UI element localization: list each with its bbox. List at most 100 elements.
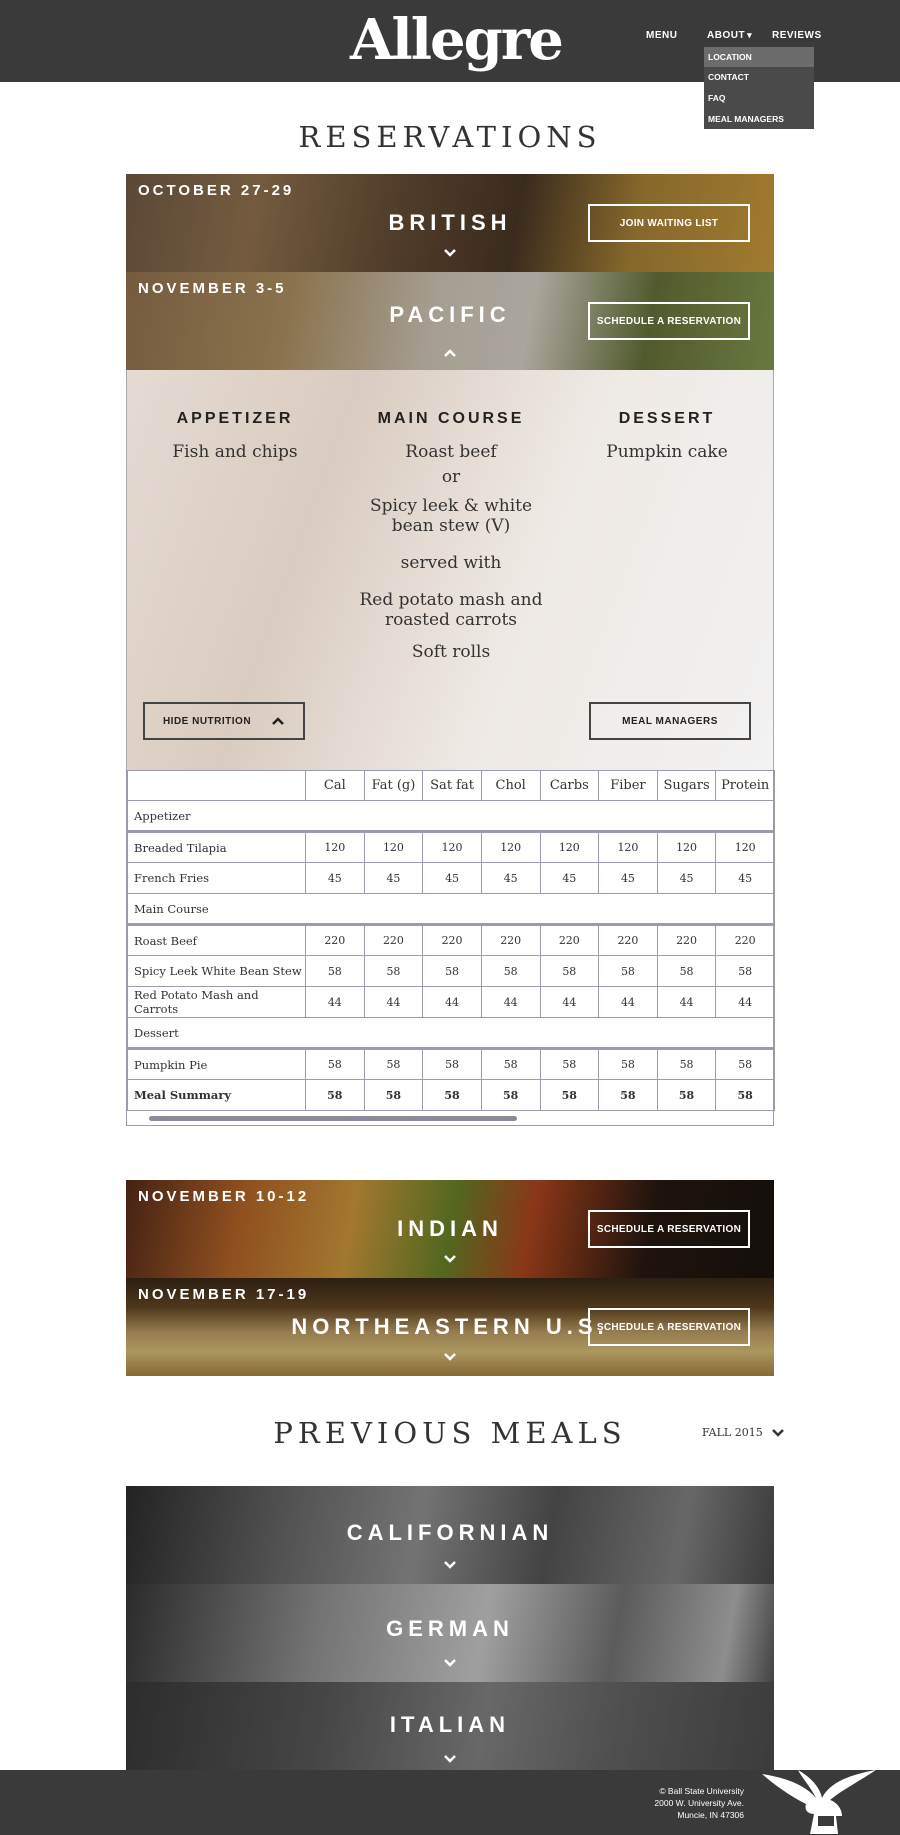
chevron-up-icon[interactable] [442, 346, 458, 360]
chevron-down-icon[interactable] [442, 1350, 458, 1364]
nutrition-grid: Cal Fat (g) Sat fat Chol Carbs Fiber Sug… [127, 770, 775, 1111]
appetizer-heading: APPETIZER [176, 410, 294, 427]
cell: 120 [363, 831, 424, 863]
footer-address: © Ball State University 2000 W. Universi… [654, 1785, 744, 1821]
main-item-stew: Spicy leek & white bean stew (V) [369, 496, 533, 536]
banner-british[interactable]: OCTOBER 27-29 BRITISH JOIN WAITING LIST [126, 174, 774, 272]
appetizer-item: Fish and chips [172, 442, 298, 462]
chevron-down-icon[interactable] [442, 1656, 458, 1670]
item-name: Meal Summary [127, 1079, 306, 1111]
cell: 220 [715, 924, 775, 956]
chevron-down-icon[interactable] [442, 1558, 458, 1572]
cell: 44 [715, 986, 775, 1018]
header-sat-fat: Sat fat [422, 770, 482, 801]
banner-northeastern[interactable]: NOVEMBER 17-19 NORTHEASTERN U.S. SCHEDUL… [126, 1278, 774, 1376]
cell: 120 [656, 831, 717, 863]
header-fat: Fat (g) [363, 770, 424, 801]
university-logo[interactable] [758, 1768, 882, 1835]
cell: 58 [656, 1079, 717, 1111]
cell: 58 [480, 955, 541, 987]
dropdown-item-contact[interactable]: CONTACT [704, 67, 814, 87]
group-row: Dessert [127, 1017, 775, 1050]
banner-californian[interactable]: CALIFORNIAN [126, 1486, 774, 1584]
cell: 220 [656, 924, 717, 956]
cell: 58 [422, 1048, 482, 1080]
banner-indian[interactable]: NOVEMBER 10-12 INDIAN SCHEDULE A RESERVA… [126, 1180, 774, 1278]
cell: 58 [539, 1048, 600, 1080]
nav-reviews-link[interactable]: REVIEWS [772, 30, 822, 41]
main-item-mash: Red potato mash and roasted carrots [359, 590, 543, 630]
table-row: Roast Beef 220 220 220 220 220 220 220 2… [127, 924, 775, 956]
season-select[interactable]: FALL 2015 [702, 1426, 785, 1439]
cell: 120 [480, 831, 541, 863]
banner-date: NOVEMBER 17-19 [138, 1286, 310, 1303]
cell: 58 [539, 1079, 600, 1111]
group-label: Dessert [127, 1017, 775, 1050]
banner-german[interactable]: GERMAN [126, 1584, 774, 1682]
nav-about-link[interactable]: ABOUT ▾ [707, 30, 752, 41]
horizontal-scrollbar[interactable] [149, 1116, 517, 1121]
schedule-reservation-button[interactable]: SCHEDULE A RESERVATION [588, 1210, 750, 1248]
dropdown-item-faq[interactable]: FAQ [704, 88, 814, 108]
main-item-served-with: served with [400, 553, 502, 573]
cell: 44 [363, 986, 424, 1018]
schedule-reservation-button[interactable]: SCHEDULE A RESERVATION [588, 302, 750, 340]
cell: 220 [363, 924, 424, 956]
cell: 45 [598, 862, 658, 894]
cell: 44 [598, 986, 658, 1018]
cell: 58 [363, 1079, 424, 1111]
summary-row: Meal Summary 58 58 58 58 58 58 58 58 [127, 1079, 775, 1111]
cell: 44 [305, 986, 365, 1018]
group-label: Main Course [127, 893, 775, 926]
main-course-heading: MAIN COURSE [377, 410, 525, 427]
group-row: Appetizer [127, 800, 775, 833]
site-logo[interactable]: Allegre [350, 4, 564, 76]
footer-line: © Ball State University [659, 1786, 744, 1796]
header-cal: Cal [305, 770, 365, 801]
schedule-reservation-button[interactable]: SCHEDULE A RESERVATION [588, 1308, 750, 1346]
nav-about-label: ABOUT [707, 30, 746, 41]
join-waiting-list-button[interactable]: JOIN WAITING LIST [588, 204, 750, 242]
cell: 44 [656, 986, 717, 1018]
cell: 120 [715, 831, 775, 863]
item-name: Roast Beef [127, 924, 306, 956]
cell: 58 [480, 1048, 541, 1080]
hide-nutrition-button[interactable]: HIDE NUTRITION [143, 702, 305, 740]
chevron-down-icon[interactable] [442, 1252, 458, 1266]
chevron-down-icon[interactable] [442, 1752, 458, 1766]
banner-pacific[interactable]: NOVEMBER 3-5 PACIFIC SCHEDULE A RESERVAT… [126, 272, 774, 370]
site-footer: © Ball State University 2000 W. Universi… [0, 1770, 900, 1835]
cell: 58 [656, 1048, 717, 1080]
banner-title: CALIFORNIAN [346, 1520, 554, 1545]
cell: 45 [539, 862, 600, 894]
cell: 58 [598, 955, 658, 987]
banner-date: OCTOBER 27-29 [138, 182, 295, 199]
header-sugars: Sugars [656, 770, 717, 801]
cell: 120 [422, 831, 482, 863]
footer-line: 2000 W. University Ave. [654, 1798, 744, 1808]
cell: 44 [480, 986, 541, 1018]
meal-managers-button[interactable]: MEAL MANAGERS [589, 702, 751, 740]
cell: 45 [363, 862, 424, 894]
cell: 45 [480, 862, 541, 894]
cell: 44 [539, 986, 600, 1018]
cell: 45 [715, 862, 775, 894]
footer-line: Muncie, IN 47306 [677, 1810, 744, 1820]
item-name: Breaded Tilapia [127, 831, 306, 863]
banner-italian[interactable]: ITALIAN [126, 1682, 774, 1770]
nav-menu-link[interactable]: MENU [646, 30, 677, 41]
dropdown-item-location[interactable]: LOCATION [704, 47, 814, 67]
cell: 58 [715, 955, 775, 987]
item-name: Spicy Leek White Bean Stew [127, 955, 306, 987]
chevron-down-icon[interactable] [442, 246, 458, 260]
main-item-rolls: Soft rolls [411, 642, 491, 662]
cell: 45 [656, 862, 717, 894]
reservations-title: RESERVATIONS [298, 120, 602, 154]
cell: 58 [715, 1048, 775, 1080]
chevron-down-icon [771, 1428, 784, 1437]
cell: 220 [598, 924, 658, 956]
cell: 58 [305, 1079, 365, 1111]
cell: 45 [305, 862, 365, 894]
cell: 58 [422, 1079, 482, 1111]
item-name: French Fries [127, 862, 306, 894]
